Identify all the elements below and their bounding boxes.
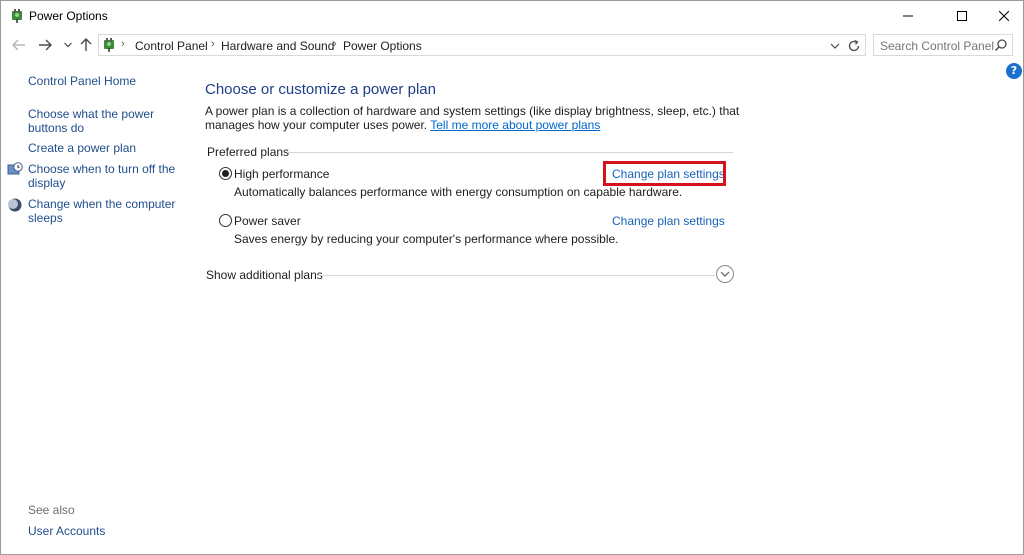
chevron-right-icon: › xyxy=(211,38,215,50)
power-options-icon xyxy=(9,8,25,24)
sleep-moon-icon xyxy=(7,197,23,213)
learn-more-link[interactable]: Tell me more about power plans xyxy=(430,118,600,132)
highlight-annotation xyxy=(603,161,726,186)
display-clock-icon xyxy=(7,162,23,178)
power-saver-radio[interactable] xyxy=(219,214,232,227)
user-accounts-link[interactable]: User Accounts xyxy=(28,524,178,538)
search-icon[interactable] xyxy=(994,38,1008,52)
main-content: Choose or customize a power plan A power… xyxy=(205,61,745,461)
breadcrumb-power-options[interactable]: Power Options xyxy=(343,39,422,53)
search-input[interactable]: Search Control Panel xyxy=(873,34,1013,56)
back-arrow-icon[interactable] xyxy=(11,37,27,53)
chevron-right-icon: › xyxy=(121,38,125,50)
window-title: Power Options xyxy=(29,9,108,23)
control-panel-home-link[interactable]: Control Panel Home xyxy=(28,74,178,88)
address-bar[interactable]: › Control Panel › Hardware and Sound › P… xyxy=(98,34,866,56)
chevron-down-icon[interactable] xyxy=(828,39,842,53)
minimize-button[interactable] xyxy=(885,1,931,31)
power-buttons-link[interactable]: Choose what the power buttons do xyxy=(28,107,178,135)
page-description: A power plan is a collection of hardware… xyxy=(205,104,745,132)
create-power-plan-link[interactable]: Create a power plan xyxy=(28,141,178,155)
change-plan-settings-link-power-saver[interactable]: Change plan settings xyxy=(612,214,725,228)
group-divider xyxy=(287,152,733,153)
control-panel-icon xyxy=(101,37,117,53)
page-title: Choose or customize a power plan xyxy=(205,81,436,98)
chevron-right-icon: › xyxy=(333,38,337,50)
power-options-window: Power Options › Control Panel › Hardware… xyxy=(0,0,1024,555)
maximize-button[interactable] xyxy=(939,1,985,31)
refresh-icon[interactable] xyxy=(846,38,862,54)
high-performance-radio[interactable] xyxy=(219,167,232,180)
close-button[interactable] xyxy=(981,1,1024,31)
expand-chevron-icon[interactable] xyxy=(716,265,734,283)
left-navigation-pane: Control Panel Home Choose what the power… xyxy=(1,61,191,551)
breadcrumb-control-panel[interactable]: Control Panel xyxy=(135,39,208,53)
preferred-plans-label: Preferred plans xyxy=(207,145,290,159)
forward-arrow-icon[interactable] xyxy=(37,37,53,53)
high-performance-label[interactable]: High performance xyxy=(234,167,329,181)
turn-off-display-link[interactable]: Choose when to turn off the display xyxy=(28,162,178,190)
power-saver-description: Saves energy by reducing your computer's… xyxy=(234,232,619,246)
help-icon[interactable]: ? xyxy=(1006,63,1022,79)
show-additional-plans-label[interactable]: Show additional plans xyxy=(206,268,323,282)
high-performance-description: Automatically balances performance with … xyxy=(234,185,683,199)
additional-plans-divider xyxy=(317,275,715,276)
see-also-label: See also xyxy=(28,503,75,517)
up-arrow-icon[interactable] xyxy=(78,37,94,53)
title-bar: Power Options xyxy=(1,1,1023,31)
breadcrumb-hardware-and-sound[interactable]: Hardware and Sound xyxy=(221,39,334,53)
search-placeholder: Search Control Panel xyxy=(880,39,995,53)
navigation-bar: › Control Panel › Hardware and Sound › P… xyxy=(1,32,1023,58)
power-saver-label[interactable]: Power saver xyxy=(234,214,301,228)
recent-locations-chevron-icon[interactable] xyxy=(60,37,76,53)
computer-sleeps-link[interactable]: Change when the computer sleeps xyxy=(28,197,178,225)
